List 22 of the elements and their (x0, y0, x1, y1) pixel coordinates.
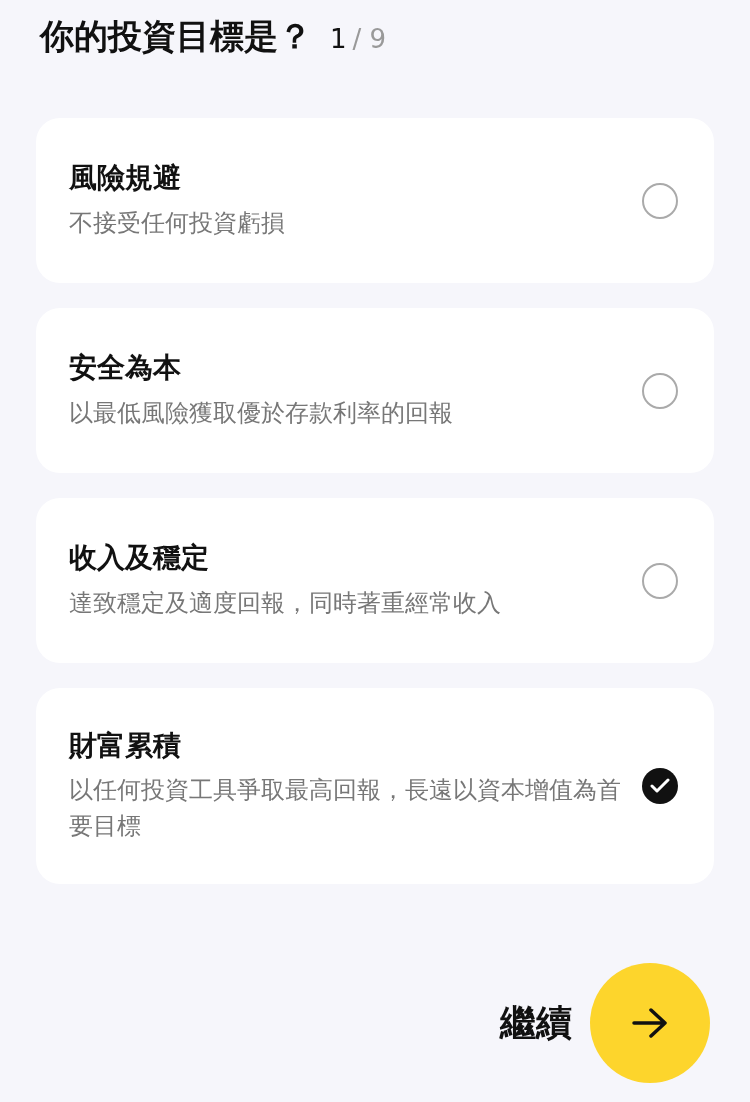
step-number: 1 (330, 24, 347, 54)
option-card[interactable]: 風險規避 不接受任何投資虧損 (36, 118, 714, 283)
radio-button[interactable] (642, 562, 678, 599)
radio-button[interactable] (642, 182, 678, 219)
option-card[interactable]: 安全為本 以最低風險獲取優於存款利率的回報 (36, 308, 714, 473)
question-title: 你的投資目標是？ (40, 15, 312, 58)
option-card[interactable]: 收入及穩定 達致穩定及適度回報，同時著重經常收入 (36, 498, 714, 663)
option-title: 風險規避 (69, 160, 182, 197)
continue-label: 繼續 (500, 1000, 572, 1045)
option-title: 安全為本 (69, 350, 182, 387)
arrow-right-icon (631, 1007, 669, 1039)
radio-button[interactable] (642, 768, 678, 805)
option-description: 以最低風險獲取優於存款利率的回報 (69, 397, 454, 429)
option-title: 財富累積 (69, 728, 182, 764)
option-title: 收入及穩定 (69, 540, 210, 577)
option-description: 以任何投資工具爭取最高回報，長遠以資本增值為首要目標 (69, 775, 622, 843)
radio-button[interactable] (642, 372, 678, 409)
option-description: 達致穩定及適度回報，同時著重經常收入 (69, 587, 502, 619)
step-total: / 9 (352, 24, 387, 54)
option-description: 不接受任何投資虧損 (69, 207, 286, 239)
check-icon (650, 778, 670, 795)
option-card[interactable]: 財富累積 以任何投資工具爭取最高回報，長遠以資本增值為首要目標 (36, 688, 714, 885)
